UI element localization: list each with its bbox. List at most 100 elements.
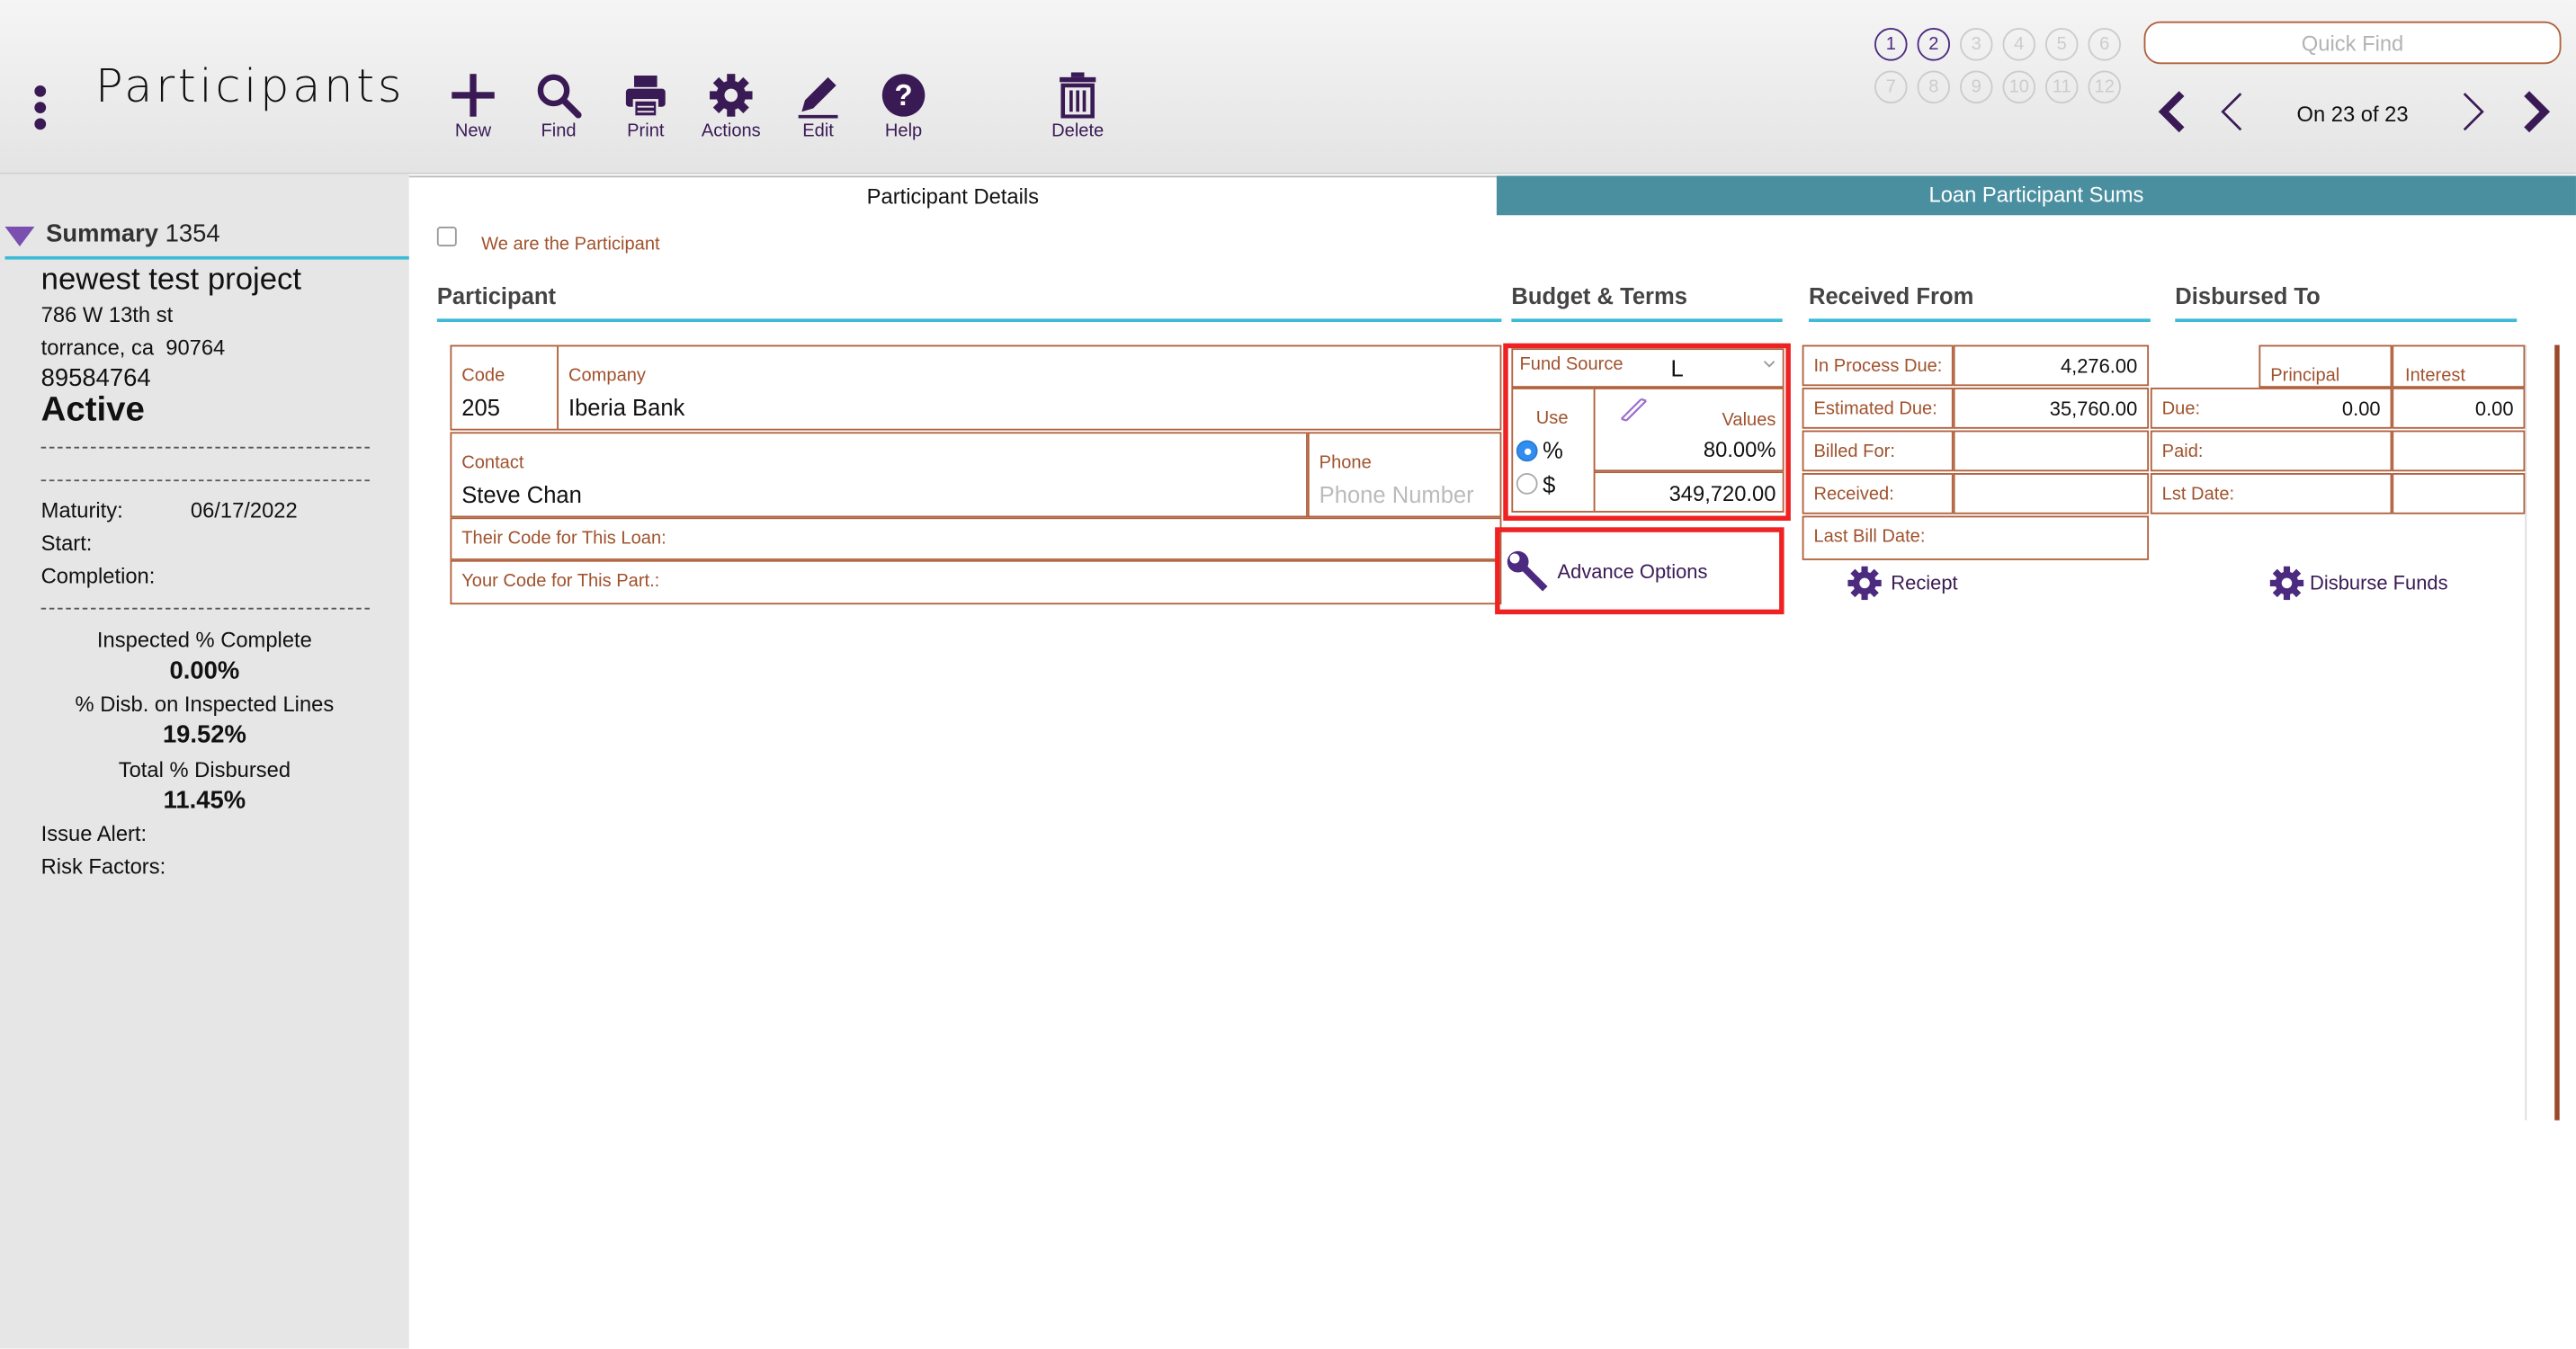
record-slot-8[interactable]: 8 bbox=[1917, 70, 1951, 104]
edit-pencil-icon[interactable] bbox=[1618, 396, 1651, 422]
fund-source-label: Fund Source bbox=[1519, 354, 1623, 375]
record-slot-3[interactable]: 3 bbox=[1960, 28, 1993, 61]
first-record-chevron-icon[interactable] bbox=[2154, 89, 2190, 135]
billed-for-field[interactable] bbox=[1953, 430, 2150, 472]
disburse-funds-button[interactable]: Disburse Funds bbox=[2268, 565, 2465, 601]
record-slot-10[interactable]: 10 bbox=[2002, 70, 2036, 104]
record-slot-6[interactable]: 6 bbox=[2088, 28, 2122, 61]
new-button[interactable]: New bbox=[431, 72, 516, 141]
principal-header-cell: Principal bbox=[2258, 344, 2393, 389]
last-record-chevron-icon[interactable] bbox=[2518, 89, 2554, 135]
last-bill-date-field[interactable]: Last Bill Date: bbox=[1802, 515, 2150, 560]
due-principal-value: 0.00 bbox=[2341, 398, 2381, 421]
record-slot-2[interactable]: 2 bbox=[1917, 28, 1951, 61]
contact-label: Contact bbox=[461, 453, 524, 474]
maturity-value: 06/17/2022 bbox=[190, 497, 298, 523]
status-text: Active bbox=[40, 390, 145, 429]
tab-loan-participant-sums[interactable]: Loan Participant Sums bbox=[1496, 175, 2576, 216]
last-date-interest-field[interactable] bbox=[2392, 473, 2526, 514]
record-slot-4[interactable]: 4 bbox=[2002, 28, 2036, 61]
scrollbar-track[interactable] bbox=[2554, 344, 2560, 1121]
due-label: Due: bbox=[2161, 398, 2201, 419]
receipt-button[interactable]: Reciept bbox=[1847, 565, 1978, 601]
summary-number: 1354 bbox=[165, 219, 220, 248]
your-code-field[interactable]: Your Code for This Part.: bbox=[450, 559, 1502, 605]
disclosure-triangle-icon[interactable] bbox=[4, 227, 35, 246]
print-button[interactable]: Print bbox=[603, 72, 688, 141]
percent-radio[interactable] bbox=[1516, 440, 1538, 462]
phone-label: Phone bbox=[1319, 453, 1372, 474]
contact-field[interactable]: Contact Steve Chan bbox=[450, 432, 1308, 518]
actions-button[interactable]: Actions bbox=[688, 72, 774, 141]
paid-label: Paid: bbox=[2161, 442, 2204, 462]
fund-source-field[interactable]: Fund Source L bbox=[1511, 348, 1784, 389]
inspected-label: Inspected % Complete bbox=[96, 627, 312, 653]
record-slot-9[interactable]: 9 bbox=[1960, 70, 1993, 104]
actions-button-label: Actions bbox=[701, 121, 761, 142]
svg-text:?: ? bbox=[895, 78, 913, 112]
received-from-section-title: Received From bbox=[1808, 282, 2151, 322]
gear-icon bbox=[710, 74, 753, 117]
due-interest-field[interactable]: 0.00 bbox=[2392, 388, 2526, 429]
total-disbursed-value: 11.45% bbox=[163, 786, 246, 815]
due-interest-value: 0.00 bbox=[2474, 398, 2514, 421]
print-button-label: Print bbox=[627, 121, 665, 142]
header-bar: Participants New Find Print Actions Edit… bbox=[0, 0, 2576, 174]
disburse-funds-label: Disburse Funds bbox=[2310, 571, 2448, 595]
code-field[interactable]: Code 205 bbox=[450, 344, 559, 431]
kebab-menu-icon[interactable] bbox=[34, 85, 48, 131]
values-percent-field[interactable]: Values 80.00% bbox=[1593, 388, 1784, 472]
delete-button[interactable]: Delete bbox=[1035, 72, 1121, 141]
next-record-chevron-icon[interactable] bbox=[2455, 89, 2491, 135]
values-label: Values bbox=[1722, 410, 1776, 431]
paid-principal-field[interactable]: Paid: bbox=[2150, 430, 2393, 472]
we-are-participant-label: We are the Participant bbox=[481, 235, 660, 255]
received-field[interactable] bbox=[1953, 473, 2150, 514]
percent-radio-label: % bbox=[1543, 436, 1563, 464]
previous-record-chevron-icon[interactable] bbox=[2214, 89, 2250, 135]
we-are-participant-checkbox[interactable] bbox=[436, 227, 457, 246]
values-dollar-field[interactable]: 349,720.00 bbox=[1593, 471, 1784, 513]
record-slot-11[interactable]: 11 bbox=[2044, 70, 2079, 104]
record-slot-12[interactable]: 12 bbox=[2088, 70, 2122, 104]
project-id: 89584764 bbox=[40, 364, 151, 393]
chevron-down-icon[interactable] bbox=[1763, 358, 1776, 371]
paid-interest-field[interactable] bbox=[2392, 430, 2526, 472]
due-principal-field[interactable]: Due: 0.00 bbox=[2150, 388, 2393, 429]
maturity-label: Maturity: bbox=[40, 497, 123, 523]
dollar-radio[interactable] bbox=[1516, 473, 1538, 495]
your-code-label: Your Code for This Part.: bbox=[461, 571, 660, 592]
last-date-principal-field[interactable]: Lst Date: bbox=[2150, 473, 2393, 514]
record-slot-5[interactable]: 5 bbox=[2044, 28, 2079, 61]
advance-options-button[interactable]: Advance Options bbox=[1505, 549, 1767, 594]
budget-section-title: Budget & Terms bbox=[1511, 282, 1783, 322]
fund-source-value: L bbox=[1670, 354, 1684, 381]
find-button[interactable]: Find bbox=[516, 72, 602, 141]
panel-edge bbox=[2525, 344, 2527, 1121]
project-name: newest test project bbox=[40, 263, 302, 298]
record-slot-1[interactable]: 1 bbox=[1874, 28, 1908, 61]
their-code-field[interactable]: Their Code for This Loan: bbox=[450, 517, 1502, 560]
estimated-due-label: Estimated Due: bbox=[1813, 398, 1937, 419]
in-process-due-field[interactable]: 4,276.00 bbox=[1953, 344, 2150, 387]
wrench-icon bbox=[1507, 550, 1548, 592]
in-process-due-label-cell: In Process Due: bbox=[1802, 344, 1954, 387]
received-label: Received: bbox=[1813, 484, 1894, 505]
record-slot-7[interactable]: 7 bbox=[1874, 70, 1908, 104]
code-label: Code bbox=[461, 366, 505, 387]
summary-header[interactable]: Summary 1354 bbox=[4, 219, 409, 260]
estimated-due-value: 35,760.00 bbox=[2049, 398, 2138, 421]
dollar-radio-label: $ bbox=[1543, 471, 1556, 498]
quick-find-input[interactable] bbox=[2143, 21, 2562, 65]
help-icon: ? bbox=[881, 74, 926, 117]
help-button[interactable]: ? Help bbox=[861, 72, 946, 141]
tab-participant-details[interactable]: Participant Details bbox=[408, 175, 1497, 216]
use-selector: Use % $ bbox=[1511, 388, 1596, 513]
billed-for-label-cell: Billed For: bbox=[1802, 430, 1954, 472]
phone-field[interactable]: Phone Phone Number bbox=[1307, 432, 1502, 518]
trash-icon bbox=[1060, 72, 1096, 119]
record-position-text: On 23 of 23 bbox=[2296, 102, 2409, 127]
edit-button[interactable]: Edit bbox=[775, 72, 861, 141]
company-field[interactable]: Company Iberia Bank bbox=[557, 344, 1502, 431]
estimated-due-field[interactable]: 35,760.00 bbox=[1953, 388, 2150, 429]
